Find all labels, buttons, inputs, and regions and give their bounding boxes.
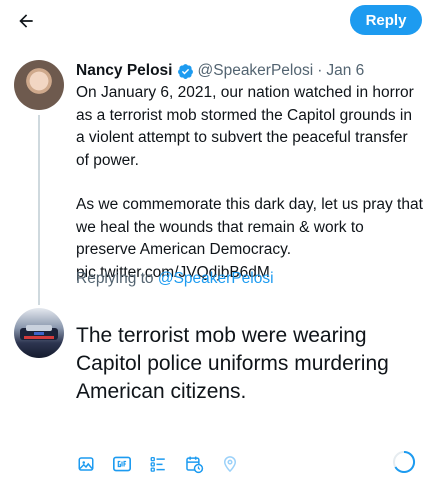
compose-line: The terrorist mob were wearing [76,324,367,347]
replying-to-prefix: Replying to [76,270,158,287]
tweet-paragraph: On January 6, 2021, our nation watched i… [76,82,426,172]
character-count-ring [392,450,416,474]
reply-textarea[interactable]: The terrorist mob were wearing Capitol p… [76,322,416,406]
tweet-line: preserve American Democracy. [76,241,292,258]
author-avatar[interactable] [14,60,64,110]
user-avatar[interactable] [14,308,64,358]
back-arrow-icon[interactable] [14,9,38,33]
tweet-header: Nancy Pelosi @SpeakerPelosi · Jan 6 [76,60,426,82]
gif-icon[interactable] [112,454,132,474]
compose-header: Reply [0,0,436,42]
tweet-line: a violent attempt to subvert the peacefu… [76,129,408,146]
author-name[interactable]: Nancy Pelosi [76,60,173,82]
compose-line: American citizens. [76,380,247,403]
replying-to-mention[interactable]: @SpeakerPelosi [158,270,274,287]
separator-dot: · [317,62,323,79]
tweet-line: as a terrorist mob stormed the Capitol g… [76,106,412,124]
reply-button[interactable]: Reply [350,5,422,35]
original-tweet: Nancy Pelosi @SpeakerPelosi · Jan 6 On J… [76,60,426,284]
author-handle[interactable]: @SpeakerPelosi [198,60,314,82]
tweet-line: On January 6, 2021, our nation watched i… [76,84,414,101]
thread-connector [38,115,40,305]
schedule-icon[interactable] [184,454,204,474]
image-icon[interactable] [76,454,96,474]
compose-line: Capitol police uniforms murdering [76,352,389,375]
tweet-line: As we commemorate this dark day, let us … [76,196,423,213]
poll-icon[interactable] [148,454,168,474]
replying-to: Replying to @SpeakerPelosi [76,268,274,290]
tweet-body: On January 6, 2021, our nation watched i… [76,82,426,284]
tweet-line: of power. [76,151,139,169]
verified-badge-icon [177,63,194,80]
compose-toolbar [76,452,240,476]
tweet-date[interactable]: Jan 6 [326,60,364,82]
location-icon[interactable] [220,454,240,474]
tweet-line: we heal the wounds that remain & work to [76,218,364,236]
